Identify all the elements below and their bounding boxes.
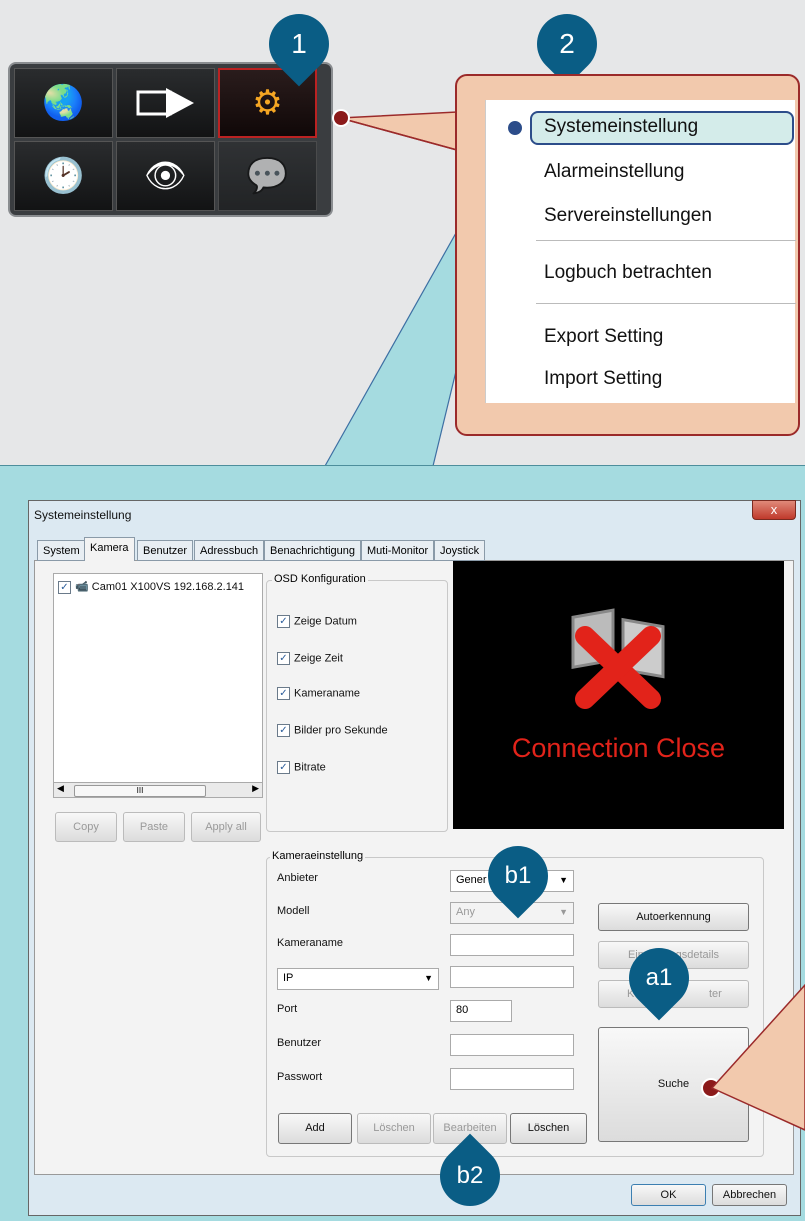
suche-connector <box>710 983 805 1131</box>
